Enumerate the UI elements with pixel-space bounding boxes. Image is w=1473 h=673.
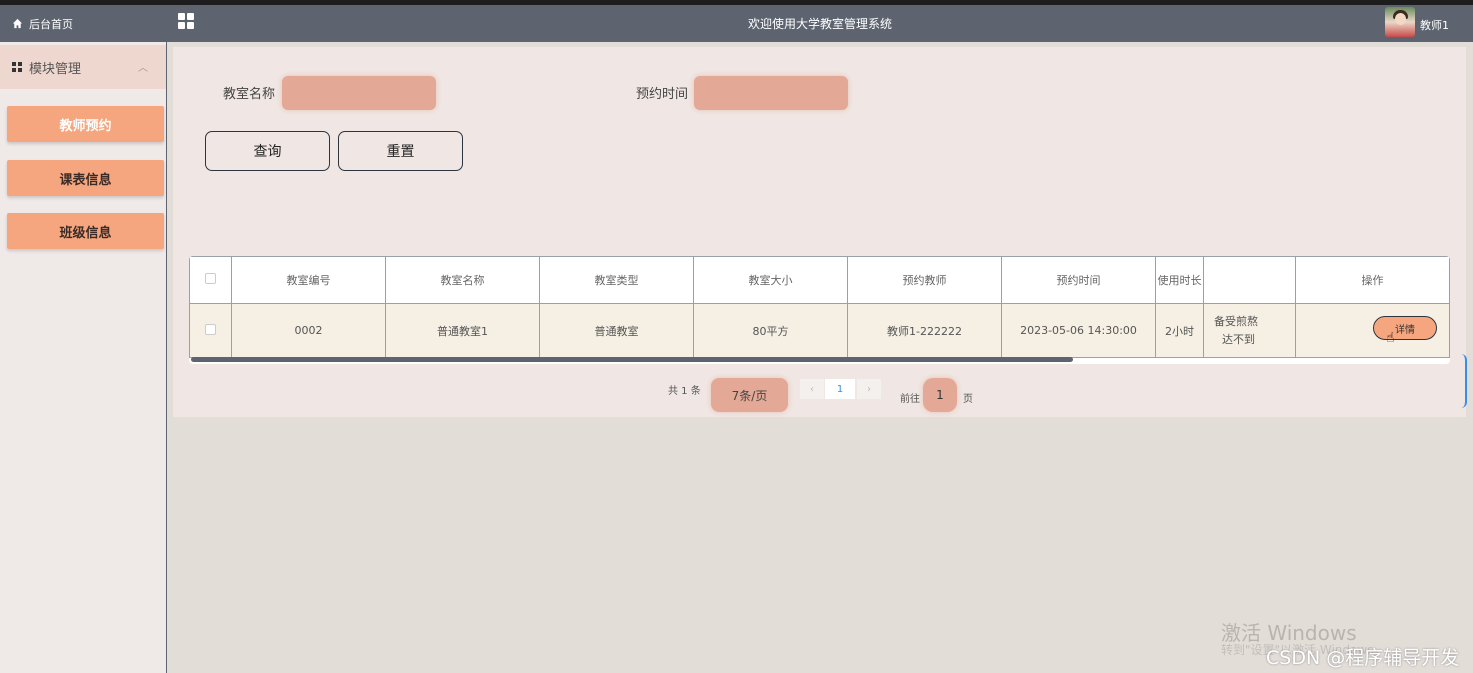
goto-page-input[interactable]: 1 <box>923 378 957 412</box>
sidebar-home[interactable]: 后台首页 <box>0 5 166 42</box>
note-line: 达不到 <box>1222 332 1255 346</box>
next-page-button[interactable]: › <box>857 379 881 399</box>
cell-note: 备受煎熬 达不到 <box>1203 303 1296 358</box>
user-name[interactable]: 教师1 <box>1420 17 1449 33</box>
table-row[interactable]: 0002 普通教室1 普通教室 80平方 教师1-222222 2023-05-… <box>189 303 1450 358</box>
table-header-row: 教室编号 教室名称 教室类型 教室大小 预约教师 预约时间 使用时长 操作 <box>189 256 1450 304</box>
booking-time-label: 预约时间 <box>636 87 689 102</box>
module-grid-icon <box>12 62 22 72</box>
classroom-name-label: 教室名称 <box>223 87 276 102</box>
home-icon <box>12 18 23 29</box>
column-header <box>1203 256 1296 304</box>
column-header[interactable]: 教室编号 <box>231 256 386 304</box>
row-checkbox[interactable] <box>205 323 216 335</box>
csdn-watermark: CSDN @程序辅导开发 <box>1266 647 1460 669</box>
column-header[interactable]: 教室名称 <box>385 256 540 304</box>
cell-classroom-type: 普通教室 <box>539 303 694 358</box>
cell-classroom-number: 0002 <box>231 303 386 358</box>
column-header[interactable]: 教室类型 <box>539 256 694 304</box>
pagination-total: 共 1 条 <box>668 386 701 397</box>
booking-time-input[interactable] <box>694 76 848 110</box>
sidebar-item-teacher-booking[interactable]: 教师预约 <box>7 106 164 142</box>
sidebar-home-label: 后台首页 <box>29 17 73 31</box>
sidebar-item-schedule[interactable]: 课表信息 <box>7 160 164 196</box>
page-suffix-label: 页 <box>963 394 973 405</box>
page-title: 欢迎使用大学教室管理系统 <box>747 17 892 31</box>
cell-teacher: 教师1-222222 <box>847 303 1002 358</box>
reset-button[interactable]: 重置 <box>338 131 463 171</box>
note-line: 备受煎熬 <box>1214 314 1258 328</box>
column-header[interactable]: 预约教师 <box>847 256 1002 304</box>
cell-duration: 2小时 <box>1155 303 1204 358</box>
top-header: 欢迎使用大学教室管理系统 教师1 <box>167 5 1473 42</box>
cell-booking-time: 2023-05-06 14:30:00 <box>1001 303 1156 358</box>
column-header[interactable]: 预约时间 <box>1001 256 1156 304</box>
page-number-current[interactable]: 1 <box>825 379 855 399</box>
classroom-name-input[interactable] <box>282 76 436 110</box>
select-all-checkbox[interactable] <box>205 273 216 284</box>
prev-page-button[interactable]: ‹ <box>800 379 824 399</box>
goto-label: 前往 <box>900 394 920 405</box>
detail-button[interactable]: 详情 <box>1373 316 1437 340</box>
sidebar-module-menu[interactable]: 模块管理 ︿ <box>0 45 166 89</box>
cell-classroom-name: 普通教室1 <box>385 303 540 358</box>
column-header-actions: 操作 <box>1295 256 1450 304</box>
hand-cursor-icon: ☝ <box>1386 330 1395 346</box>
sidebar: 后台首页 模块管理 ︿ 教师预约 课表信息 班级信息 <box>0 5 167 673</box>
booking-table: 教室编号 教室名称 教室类型 教室大小 预约教师 预约时间 使用时长 操作 00… <box>189 256 1450 364</box>
cell-classroom-size: 80平方 <box>693 303 848 358</box>
column-header[interactable]: 教室大小 <box>693 256 848 304</box>
avatar[interactable] <box>1385 7 1415 37</box>
sidebar-module-label: 模块管理 <box>29 61 82 77</box>
horizontal-scrollbar[interactable] <box>191 357 1073 362</box>
page-size-select[interactable]: 7条/页 <box>711 378 788 412</box>
sidebar-item-class-info[interactable]: 班级信息 <box>7 213 164 249</box>
chevron-up-icon: ︿ <box>138 63 148 74</box>
query-button[interactable]: 查询 <box>205 131 330 171</box>
right-edge-indicator <box>1461 354 1467 408</box>
column-header[interactable]: 使用时长 <box>1155 256 1204 304</box>
